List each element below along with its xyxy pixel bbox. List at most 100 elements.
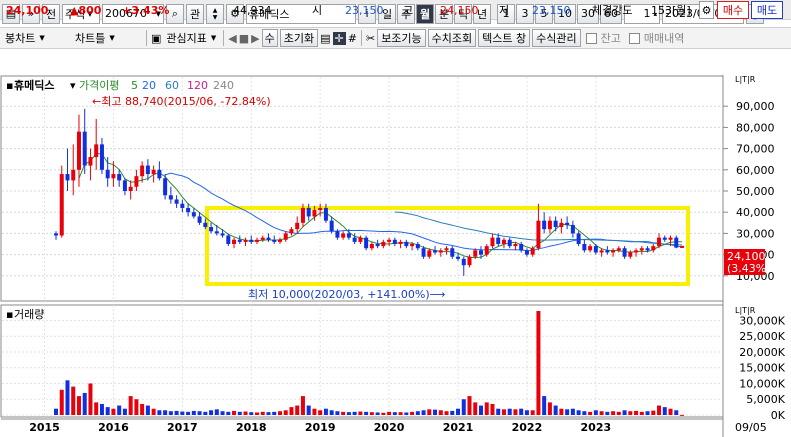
candle-body [76,131,81,170]
legend-dropdown-icon[interactable]: ▾ [70,79,76,92]
balance-checkbox[interactable] [585,32,597,44]
balance-label: 잔고 [600,32,621,45]
candle-body [300,207,305,223]
updown-icon[interactable]: ▲ ▼ [206,3,224,24]
volume-bar [191,410,196,415]
volume-bar [300,396,305,415]
high-label: 고 [403,4,414,17]
candle-body [461,258,466,266]
trade-history-toggle[interactable]: 매매내역 [626,28,687,48]
move-icon[interactable]: ✛ [332,31,346,45]
candle-body [657,237,662,247]
volume-bar [582,411,587,415]
stop-icon[interactable]: ■ [239,32,249,45]
volume-bar [611,411,616,415]
chart-area[interactable]: 90,000 80,000 70,000 60,000 50,000 40,000 30,0… [0,75,791,437]
settings-icon[interactable]: ⚙ [699,1,714,19]
save-icon[interactable]: ▣ [151,32,161,45]
num-query-button[interactable]: 수치조회 [427,29,477,47]
candle-body [415,244,420,249]
rewind-icon[interactable]: ◀ [228,32,236,45]
volume-bar [82,392,87,415]
year-tick-label: 2021 [443,421,474,434]
volume-bar [358,411,363,415]
open-label: 시 [312,4,323,17]
volume-bar [105,407,110,415]
candle-body [398,241,403,244]
indicator-menu[interactable]: 관심지표 ▼ [163,28,219,48]
chart-toolbar: 봉차트 ▼ 차트틀 ▼ ▣ 관심지표 ▼ ◀ ■ ▶ 수 초기화 ▤ ✛ # ✂ 보조… [0,27,791,49]
trade-history-checkbox[interactable] [628,32,640,44]
current-price-tag-pct: (3.43%) [727,262,771,275]
buy-button[interactable]: 매수 [717,1,749,19]
candle-body [478,250,483,255]
candle-body [260,237,265,240]
volume-bar [260,411,265,415]
volume-bar [266,412,271,415]
candle-body [289,229,294,234]
low-annotation: 최저 10,000(2020/03, +141.00%)⟶ [248,288,446,301]
price-tick-label: 70,000 [736,143,775,156]
trade-volume: 44,934 [233,3,272,17]
candle-body [266,237,271,240]
panel-side-tag-2[interactable]: L|T|R [735,306,756,315]
play-icon[interactable]: ▶ [251,32,259,45]
aux-func-button[interactable]: 보조기능 [377,29,426,47]
chart-tool-menu[interactable]: 차트틀 ▼ [72,28,142,48]
volume-bar [634,410,639,415]
panel-side-tag[interactable]: L|T|R [735,75,756,84]
volume-bar [335,411,340,415]
candle-body [358,237,363,242]
volume-bar [186,411,191,415]
candle-body [214,231,219,234]
candle-body [496,237,501,244]
candle-body [122,180,127,191]
volume-bar [478,405,483,415]
stock-chart[interactable]: 90,000 80,000 70,000 60,000 50,000 40,000 30,0… [0,75,791,437]
price-tick-label: 60,000 [736,164,775,177]
candle-body [427,250,432,257]
text-window-button[interactable]: 텍스트 창 [478,29,531,47]
candle-body [611,250,616,253]
candle-body [59,174,64,236]
volume-bar [346,412,351,415]
volume-tick-label: 20,000K [739,346,785,359]
bong-chart-menu[interactable]: 봉차트 ▼ [2,28,70,48]
candle-body [272,239,277,242]
candle-body [473,250,478,257]
candle-body [117,174,122,181]
candle-body [157,169,162,179]
volume-bar [111,408,116,415]
reset-button[interactable]: 초기화 [279,29,319,47]
formula-mgmt-button[interactable]: 수식관리 [532,29,581,47]
volume-bar [639,411,644,415]
period-tab-month[interactable]: 월 [416,3,434,24]
grid-icon[interactable]: # [348,32,357,45]
volume-bar [628,411,633,415]
volume-bar [553,405,558,415]
sell-button[interactable]: 매도 [751,1,783,19]
price-tick-label: 50,000 [736,185,775,198]
candle-body [197,216,202,223]
volume-bar [145,405,150,415]
volume-bar [151,408,156,415]
candle-body [433,250,438,253]
volume-bar [444,411,449,415]
candle-body [220,233,225,236]
candle-body [306,207,311,217]
scissors-icon[interactable]: ✂ [366,32,375,45]
candle-body [381,241,386,247]
trade-history-label: 매매내역 [643,32,685,45]
year-tick-label: 2016 [98,421,129,434]
candle-body [99,144,104,170]
volume-bar [593,410,598,415]
volume-bar [163,410,168,415]
candle-body [593,246,598,253]
su-button[interactable]: 수 [261,29,278,47]
interest-button[interactable]: 관 [186,3,204,24]
zoom-icon[interactable]: ▤ [320,32,330,45]
balance-toggle[interactable]: 잔고 [583,28,624,48]
candle-body [674,237,679,248]
candle-body [168,195,173,200]
volume-bar [674,410,679,415]
